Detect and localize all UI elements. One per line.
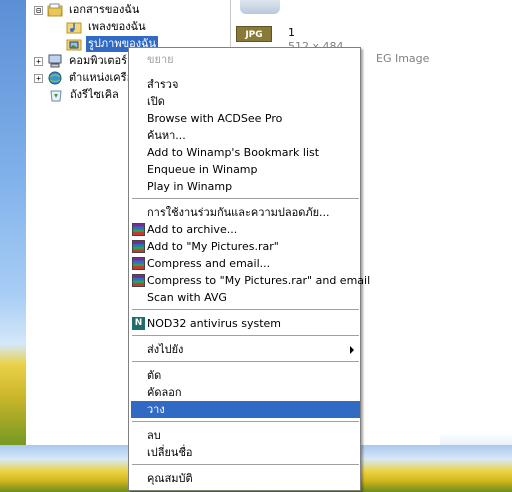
menu-separator	[132, 464, 359, 465]
desktop-wallpaper-right	[440, 0, 512, 492]
menu-item-add-to-archive[interactable]: Add to archive...	[131, 221, 360, 238]
menu-item-delete[interactable]: ลบ	[131, 427, 360, 444]
jpg-file-icon[interactable]: JPG	[236, 26, 272, 42]
menu-item-expand[interactable]: ขยาย	[131, 51, 360, 68]
menu-item-properties[interactable]: คุณสมบัติ	[131, 470, 360, 487]
menu-item-label: ลบ	[147, 429, 161, 442]
winrar-icon	[132, 223, 145, 236]
menu-item-sharing-security[interactable]: การใช้งานร่วมกันและความปลอดภัย...	[131, 204, 360, 221]
menu-item-label: การใช้งานร่วมกันและความปลอดภัย...	[147, 206, 330, 219]
menu-item-copy[interactable]: คัดลอก	[131, 384, 360, 401]
file-name[interactable]: 1	[288, 26, 295, 39]
menu-item-label: สำรวจ	[147, 78, 179, 91]
menu-separator	[132, 335, 359, 336]
menu-item-label: NOD32 antivirus system	[147, 317, 281, 330]
menu-separator	[132, 309, 359, 310]
menu-item-label: Browse with ACDSee Pro	[147, 112, 283, 125]
menu-item-label: ตัด	[147, 369, 162, 382]
context-menu: ขยาย สำรวจ เปิด Browse with ACDSee Pro ค…	[128, 47, 370, 491]
menu-item-open[interactable]: เปิด	[131, 93, 360, 110]
menu-item-label: Add to Winamp's Bookmark list	[147, 146, 320, 159]
menu-item-label: คัดลอก	[147, 386, 182, 399]
menu-item-cut[interactable]: ตัด	[131, 367, 360, 384]
menu-item-rename[interactable]: เปลี่ยนชื่อ	[131, 444, 360, 461]
menu-item-paste[interactable]: วาง	[131, 401, 360, 418]
my-music-icon	[66, 20, 82, 34]
network-places-icon	[47, 71, 63, 85]
my-documents-icon	[47, 3, 63, 17]
tree-item-my-documents[interactable]: ⊟ เอกสารของฉัน	[34, 2, 141, 18]
tree-item-recycle-bin[interactable]: ถังรีไซเคิล	[48, 87, 121, 103]
file-type: EG Image	[376, 52, 430, 65]
menu-item-label: ส่งไปยัง	[147, 343, 184, 356]
menu-item-label: Compress and email...	[147, 257, 271, 270]
expand-toggle[interactable]: +	[34, 56, 43, 66]
menu-item-winamp-enqueue[interactable]: Enqueue in Winamp	[131, 161, 360, 178]
menu-item-scan-avg[interactable]: Scan with AVG	[131, 289, 360, 306]
winrar-icon	[132, 257, 145, 270]
menu-item-winamp-play[interactable]: Play in Winamp	[131, 178, 360, 195]
menu-item-nod32[interactable]: N NOD32 antivirus system	[131, 315, 360, 332]
tree-item-my-music[interactable]: เพลงของฉัน	[66, 19, 148, 35]
tree-item-label: เพลงของฉัน	[88, 20, 146, 33]
menu-item-label: Add to "My Pictures.rar"	[147, 240, 279, 253]
menu-item-add-to-rar[interactable]: Add to "My Pictures.rar"	[131, 238, 360, 255]
collapse-toggle[interactable]: ⊟	[34, 5, 43, 15]
tree-item-label: ถังรีไซเคิล	[70, 88, 119, 101]
menu-separator	[132, 361, 359, 362]
menu-item-label: วาง	[147, 403, 165, 416]
menu-item-label: ค้นหา...	[147, 129, 186, 142]
menu-item-label: เปิด	[147, 95, 165, 108]
menu-item-winamp-bookmark[interactable]: Add to Winamp's Bookmark list	[131, 144, 360, 161]
tree-item-label: ตำแหน่งเครือ	[69, 71, 134, 84]
tree-item-label: คอมพิวเตอร์	[69, 54, 128, 67]
recycle-bin-icon	[48, 88, 64, 102]
menu-item-browse-acdsee[interactable]: Browse with ACDSee Pro	[131, 110, 360, 127]
menu-item-label: Add to archive...	[147, 223, 238, 236]
expand-toggle[interactable]: +	[34, 73, 43, 83]
menu-separator	[132, 198, 359, 199]
image-thumbnail[interactable]	[240, 0, 280, 14]
winrar-icon	[132, 274, 145, 287]
menu-item-label: คุณสมบัติ	[147, 472, 193, 485]
submenu-arrow-icon	[350, 346, 354, 354]
tree-item-network-places[interactable]: + ตำแหน่งเครือ	[34, 70, 135, 86]
menu-item-label: Compress to "My Pictures.rar" and email	[147, 274, 371, 287]
tree-item-my-computer[interactable]: + คอมพิวเตอร์	[34, 53, 129, 69]
menu-separator	[132, 421, 359, 422]
menu-item-label: Scan with AVG	[147, 291, 227, 304]
nod32-icon: N	[132, 317, 145, 330]
menu-item-label: Play in Winamp	[147, 180, 233, 193]
my-computer-icon	[47, 54, 63, 68]
desktop-wallpaper-left	[0, 0, 26, 492]
menu-item-label: ขยาย	[147, 53, 174, 66]
menu-item-explore[interactable]: สำรวจ	[131, 76, 360, 93]
menu-item-label: เปลี่ยนชื่อ	[147, 446, 193, 459]
menu-item-search[interactable]: ค้นหา...	[131, 127, 360, 144]
menu-item-compress-email[interactable]: Compress and email...	[131, 255, 360, 272]
tree-item-label: เอกสารของฉัน	[69, 3, 140, 16]
menu-item-send-to[interactable]: ส่งไปยัง	[131, 341, 360, 358]
menu-item-label: Enqueue in Winamp	[147, 163, 258, 176]
menu-item-compress-rar-email[interactable]: Compress to "My Pictures.rar" and email	[131, 272, 370, 289]
winrar-icon	[132, 240, 145, 253]
my-pictures-icon	[66, 37, 82, 51]
